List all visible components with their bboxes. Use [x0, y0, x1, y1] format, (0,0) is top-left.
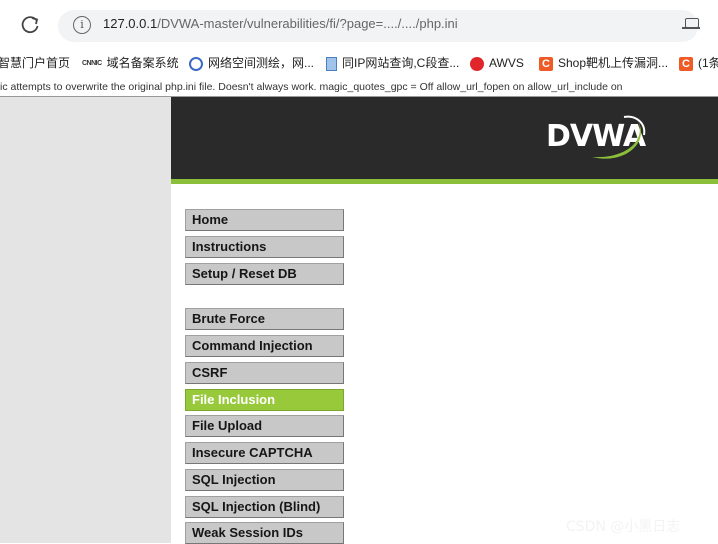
url-host: 127.0.0.1	[103, 16, 158, 31]
menu-item-csrf[interactable]: CSRF	[185, 362, 344, 384]
page-background: DVWA Home Instructions Setup / Reset DB …	[0, 97, 718, 544]
bookmark-icp[interactable]: CNNIC 域名备案系统	[82, 55, 179, 71]
menu-group-main: Home Instructions Setup / Reset DB	[185, 209, 344, 285]
globe-icon	[189, 56, 203, 71]
url-text[interactable]: 127.0.0.1/DVWA-master/vulnerabilities/fi…	[103, 16, 458, 31]
awvs-icon	[470, 56, 484, 71]
php-warning-text: ic attempts to overwrite the original ph…	[0, 79, 718, 97]
bookmark-label: AWVS	[489, 56, 524, 70]
menu-item-home[interactable]: Home	[185, 209, 344, 231]
logo-swoosh-icon	[592, 115, 646, 159]
dvwa-header: DVWA	[171, 97, 718, 184]
bookmark-awvs[interactable]: AWVS	[470, 55, 524, 71]
bookmark-csdn[interactable]: C (1条	[679, 55, 718, 71]
browser-toolbar: i 127.0.0.1/DVWA-master/vulnerabilities/…	[0, 0, 718, 48]
bookmarks-bar: 智慧门户首页 CNNIC 域名备案系统 网络空间测绘，网... 同IP网站查询,C…	[0, 48, 718, 78]
csdn-icon: C	[539, 56, 553, 71]
tab-search-icon[interactable]	[682, 18, 700, 29]
dvwa-container: DVWA Home Instructions Setup / Reset DB …	[171, 97, 718, 544]
url-path: /DVWA-master/vulnerabilities/fi/?page=..…	[157, 16, 458, 31]
menu-item-sql-injection-blind[interactable]: SQL Injection (Blind)	[185, 496, 344, 518]
menu-item-file-upload[interactable]: File Upload	[185, 415, 344, 437]
menu-item-brute-force[interactable]: Brute Force	[185, 308, 344, 330]
menu-item-setup[interactable]: Setup / Reset DB	[185, 263, 344, 285]
bookmark-portal[interactable]: 智慧门户首页	[0, 55, 70, 71]
menu-item-file-inclusion[interactable]: File Inclusion	[185, 389, 344, 411]
cnnic-icon: CNNIC	[82, 59, 102, 67]
bookmark-mapping[interactable]: 网络空间测绘，网...	[189, 55, 314, 71]
menu-item-sql-injection[interactable]: SQL Injection	[185, 469, 344, 491]
reload-icon[interactable]	[19, 14, 41, 36]
bookmark-label: 域名备案系统	[106, 56, 179, 70]
bookmark-label: 同IP网站查询,C段查...	[342, 56, 460, 70]
info-icon[interactable]: i	[73, 16, 91, 34]
bookmark-same-ip[interactable]: 同IP网站查询,C段查...	[326, 55, 459, 71]
menu-group-vulnerabilities: Brute Force Command Injection CSRF File …	[185, 308, 344, 544]
menu-item-command-injection[interactable]: Command Injection	[185, 335, 344, 357]
bookmark-label: 网络空间测绘，网...	[208, 56, 315, 70]
csdn-icon: C	[679, 56, 693, 71]
bookmark-shop[interactable]: C Shop靶机上传漏洞...	[539, 55, 668, 71]
menu-item-instructions[interactable]: Instructions	[185, 236, 344, 258]
dvwa-logo[interactable]: DVWA	[546, 115, 648, 163]
menu-item-insecure-captcha[interactable]: Insecure CAPTCHA	[185, 442, 344, 464]
bookmark-label: 智慧门户首页	[0, 56, 71, 70]
document-icon	[326, 56, 337, 71]
bookmark-label: Shop靶机上传漏洞...	[558, 56, 669, 70]
bookmark-label: (1条	[698, 56, 718, 70]
csdn-watermark: CSDN @小黑日志	[566, 519, 681, 535]
menu-item-weak-session-ids[interactable]: Weak Session IDs	[185, 522, 344, 544]
